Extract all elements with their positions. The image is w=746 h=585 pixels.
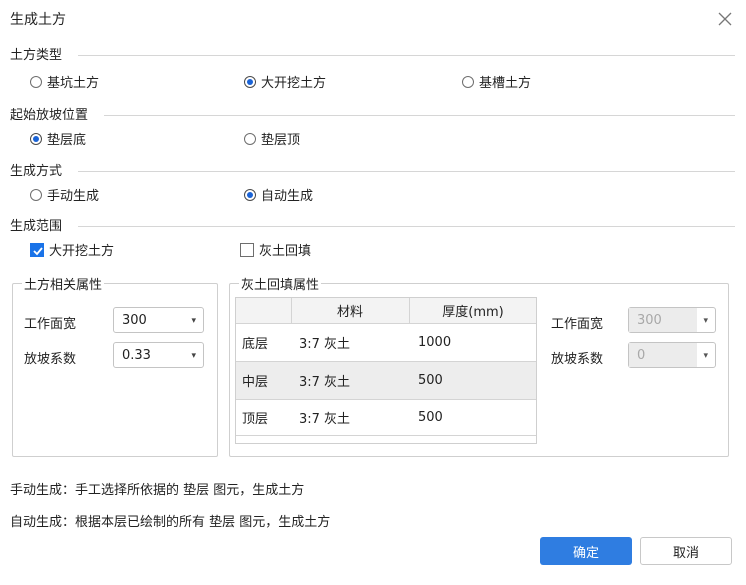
row-material[interactable]: 3:7 灰土: [299, 324, 350, 361]
work-width-label: 工作面宽: [24, 317, 77, 332]
radio-foundation-pit[interactable]: 基坑土方: [30, 72, 99, 91]
radio-cushion-bottom[interactable]: 垫层底: [30, 129, 86, 148]
section-earthwork-type: 土方类型: [10, 48, 63, 63]
row-layer: 底层: [242, 337, 269, 352]
radio-label: 垫层顶: [261, 133, 301, 148]
checkbox-label: 灰土回填: [259, 244, 312, 259]
section-generation-scope: 生成范围: [10, 219, 63, 234]
radio-circle[interactable]: [30, 188, 42, 201]
radio-circle-checked[interactable]: [30, 132, 42, 145]
radio-manual-generate[interactable]: 手动生成: [30, 185, 99, 204]
radio-label: 垫层底: [47, 133, 87, 148]
check-icon: [33, 246, 43, 255]
radio-circle-checked[interactable]: [244, 75, 256, 88]
radio-label: 手动生成: [47, 189, 100, 204]
chevron-down-icon: ▾: [703, 316, 708, 326]
row-thickness[interactable]: 1000: [418, 324, 451, 361]
section-generation-method: 生成方式: [10, 164, 63, 179]
dialog-title: 生成土方: [10, 12, 66, 28]
chevron-down-icon[interactable]: ▾: [191, 351, 196, 361]
row-thickness[interactable]: 500: [418, 400, 443, 435]
row-thickness[interactable]: 500: [418, 362, 443, 399]
table-header-material: 材料: [336, 305, 363, 320]
row-material[interactable]: 3:7 灰土: [299, 400, 350, 435]
slope-coef-value: 0.33: [122, 347, 151, 363]
divider: [78, 226, 735, 227]
radio-label: 大开挖土方: [261, 76, 327, 91]
table-header-cell: [236, 298, 291, 323]
backfill-slope-coef-value: 0: [629, 343, 697, 367]
backfill-props-title: 灰土回填属性: [239, 274, 322, 293]
checkbox-checked[interactable]: [30, 242, 44, 257]
generate-earthwork-dialog: 生成土方 土方类型 基坑土方 大开挖土方 基槽土方 起始放坡位置 垫层底 垫层顶…: [0, 0, 746, 585]
note-auto: 自动生成：根据本层已绘制的所有 垫层 图元，生成土方: [10, 515, 331, 530]
radio-foundation-trench[interactable]: 基槽土方: [462, 72, 531, 91]
radio-label: 基坑土方: [47, 76, 100, 91]
checkbox-label: 大开挖土方: [49, 244, 115, 259]
checkbox-mass-excavation[interactable]: 大开挖土方: [30, 240, 114, 259]
checkbox-lime-backfill[interactable]: 灰土回填: [240, 240, 311, 259]
chevron-down-icon[interactable]: ▾: [191, 316, 196, 326]
backfill-table: 材料 厚度(mm) 底层 3:7 灰土 1000 中层 3:7 灰土 500 顶…: [235, 297, 537, 444]
radio-label: 自动生成: [261, 189, 314, 204]
work-width-select[interactable]: 300 ▾: [113, 307, 204, 333]
radio-mass-excavation[interactable]: 大开挖土方: [244, 72, 326, 91]
radio-cushion-top[interactable]: 垫层顶: [244, 129, 300, 148]
slope-coef-select[interactable]: 0.33 ▾: [113, 342, 204, 368]
table-row[interactable]: [236, 324, 536, 362]
backfill-work-width-label: 工作面宽: [551, 317, 604, 332]
cancel-button[interactable]: 取消: [640, 537, 732, 565]
table-row[interactable]: [236, 400, 536, 436]
work-width-value: 300: [122, 312, 147, 328]
close-icon[interactable]: [716, 10, 734, 28]
radio-auto-generate[interactable]: 自动生成: [244, 185, 313, 204]
earth-props-title: 土方相关属性: [22, 274, 105, 293]
radio-circle-checked[interactable]: [244, 188, 256, 201]
note-manual: 手动生成：手工选择所依据的 垫层 图元，生成土方: [10, 483, 305, 498]
radio-circle[interactable]: [244, 132, 256, 145]
divider: [78, 55, 735, 56]
divider: [104, 115, 735, 116]
checkbox-unchecked[interactable]: [240, 242, 254, 257]
radio-label: 基槽土方: [479, 76, 532, 91]
divider: [78, 171, 735, 172]
backfill-slope-coef-label: 放坡系数: [551, 352, 604, 367]
table-row[interactable]: [236, 362, 536, 400]
table-header-thickness: 厚度(mm): [442, 305, 504, 320]
chevron-down-icon: ▾: [703, 351, 708, 361]
ok-button[interactable]: 确定: [540, 537, 632, 565]
row-material[interactable]: 3:7 灰土: [299, 362, 350, 399]
radio-circle[interactable]: [30, 75, 42, 88]
backfill-slope-coef-select: 0 ▾: [628, 342, 716, 368]
row-layer: 顶层: [242, 412, 269, 427]
backfill-work-width-select: 300 ▾: [628, 307, 716, 333]
slope-coef-label: 放坡系数: [24, 352, 77, 367]
radio-circle[interactable]: [462, 75, 474, 88]
row-layer: 中层: [242, 375, 269, 390]
section-slope-start: 起始放坡位置: [10, 108, 89, 123]
backfill-work-width-value: 300: [629, 308, 697, 332]
